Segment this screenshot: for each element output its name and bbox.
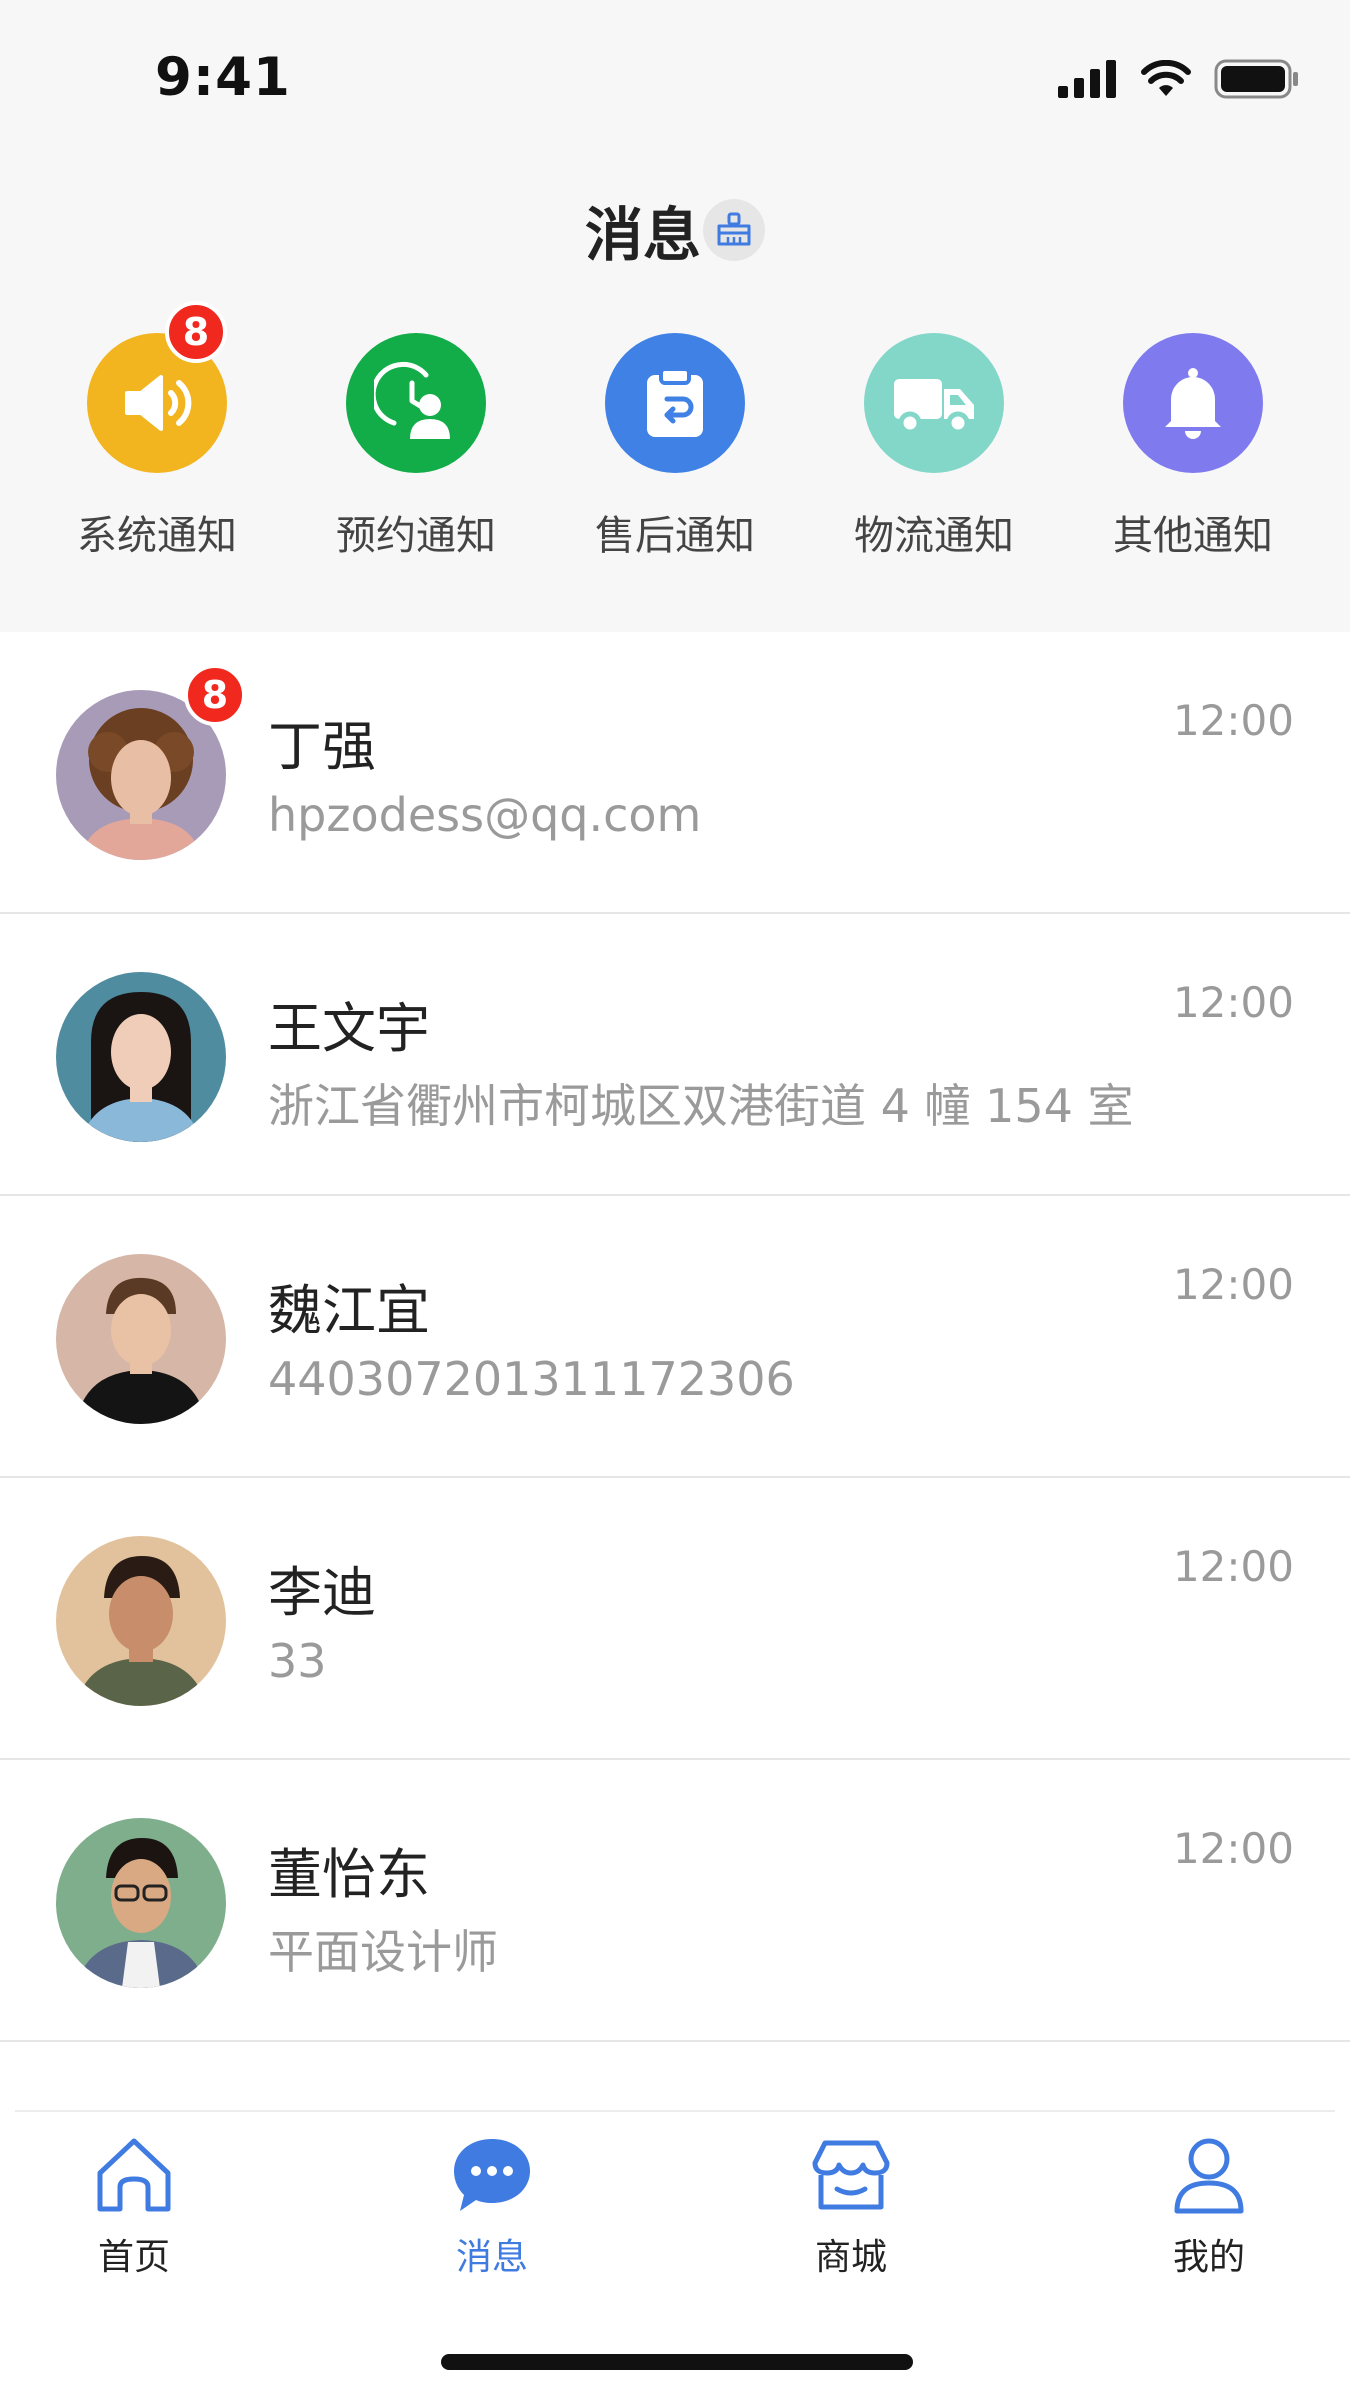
category-label: 售后通知	[595, 513, 755, 559]
home-icon	[97, 2138, 171, 2212]
return-icon	[647, 367, 703, 437]
wifi-icon	[1140, 59, 1192, 102]
tab-store[interactable]: 商城	[751, 2130, 951, 2280]
category-label: 物流通知	[854, 513, 1014, 559]
user-icon	[1174, 2138, 1244, 2214]
tab-bar: 首页 消息 商城 我的	[15, 2110, 1335, 2292]
category-after-sales[interactable]: 售后通知	[545, 333, 805, 563]
page-title: 消息	[584, 201, 701, 269]
status-icons	[1058, 58, 1300, 104]
message-row[interactable]: 董怡东 平面设计师 12:00	[0, 1760, 1350, 2042]
broom-icon	[717, 212, 751, 246]
unread-badge: 8	[165, 301, 227, 363]
message-time: 12:00	[1172, 1260, 1294, 1309]
speaker-icon	[125, 375, 192, 431]
category-icon-circle	[1123, 333, 1263, 473]
category-system[interactable]: 8 系统通知	[27, 301, 287, 563]
contact-name: 丁强	[268, 715, 376, 778]
category-logistics[interactable]: 物流通知	[804, 333, 1064, 563]
contact-subtitle: 440307201311172306	[268, 1352, 795, 1406]
message-row[interactable]: 王文宇 浙江省衢州市柯城区双港街道 4 幢 154 室 12:00	[0, 914, 1350, 1196]
avatar	[56, 1254, 226, 1424]
category-label: 其他通知	[1113, 513, 1273, 559]
avatar	[56, 1536, 226, 1706]
category-label: 系统通知	[77, 513, 237, 559]
tab-label: 商城	[814, 2237, 887, 2278]
contact-subtitle: 平面设计师	[268, 1925, 498, 1979]
signal-icon	[1058, 60, 1118, 102]
chat-icon	[454, 2139, 530, 2211]
message-row[interactable]: 李迪 33 12:00	[0, 1478, 1350, 1760]
avatar	[56, 972, 226, 1142]
tab-label: 首页	[97, 2237, 170, 2278]
appointment-icon	[374, 361, 450, 439]
contact-subtitle: hpzodess@qq.com	[268, 788, 702, 842]
tab-label: 我的	[1172, 2237, 1245, 2278]
message-time: 12:00	[1172, 978, 1294, 1027]
tab-profile[interactable]: 我的	[1109, 2130, 1309, 2280]
message-row[interactable]: 魏江宜 440307201311172306 12:00	[0, 1196, 1350, 1478]
store-icon	[812, 2140, 890, 2210]
battery-icon	[1214, 59, 1300, 103]
tab-label: 消息	[455, 2237, 528, 2278]
header-area: 9:41 消息 8 系统通知 预约通知 售后通知 物流通知 其他通知	[0, 0, 1350, 632]
message-time: 12:00	[1172, 1824, 1294, 1873]
status-time: 9:41	[155, 47, 291, 108]
home-indicator[interactable]	[441, 2354, 913, 2370]
contact-subtitle: 33	[268, 1634, 327, 1688]
contact-name: 王文宇	[268, 997, 430, 1060]
message-row[interactable]: 8 丁强 hpzodess@qq.com 12:00	[0, 632, 1350, 914]
category-other[interactable]: 其他通知	[1063, 333, 1323, 563]
message-list: 8 丁强 hpzodess@qq.com 12:00 王文宇 浙江省衢州市柯城区…	[0, 632, 1350, 2042]
contact-name: 李迪	[268, 1561, 376, 1624]
bell-icon	[1165, 368, 1221, 439]
tab-messages[interactable]: 消息	[392, 2130, 592, 2280]
avatar	[56, 1818, 226, 1988]
contact-subtitle: 浙江省衢州市柯城区双港街道 4 幢 154 室	[268, 1079, 1134, 1133]
category-icon-circle	[346, 333, 486, 473]
tab-home[interactable]: 首页	[34, 2130, 234, 2280]
message-time: 12:00	[1172, 1542, 1294, 1591]
unread-badge: 8	[184, 664, 246, 726]
contact-name: 董怡东	[268, 1843, 430, 1906]
message-time: 12:00	[1172, 696, 1294, 745]
contact-name: 魏江宜	[268, 1279, 430, 1342]
category-icon-circle	[864, 333, 1004, 473]
truck-icon	[894, 379, 974, 435]
clean-button[interactable]	[703, 199, 765, 261]
category-icon-circle	[605, 333, 745, 473]
category-label: 预约通知	[336, 513, 496, 559]
category-appointment[interactable]: 预约通知	[286, 333, 546, 563]
